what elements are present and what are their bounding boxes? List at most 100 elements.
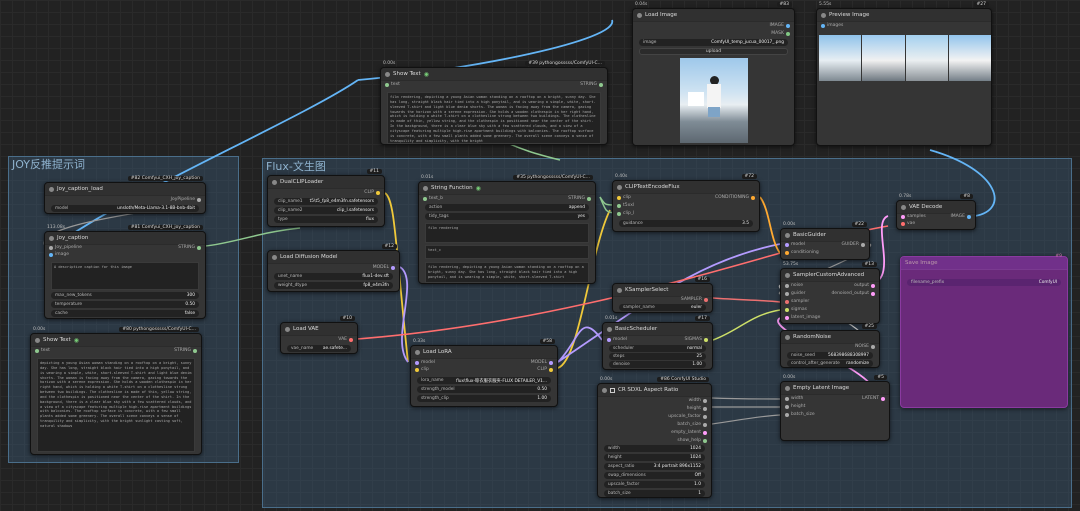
input-clip[interactable]: clip	[415, 367, 429, 372]
node-preview-image[interactable]: 5.55s #27 Preview Image images	[816, 2, 992, 146]
collapse-dot-icon[interactable]	[285, 326, 290, 332]
output-joypipeline[interactable]: JoyPipeline	[171, 197, 201, 202]
node-cr-sdxl-aspect-ratio[interactable]: 0.00s #86 ComfyUI Studio CR SDXL Aspect …	[597, 377, 712, 498]
collapse-dot-icon[interactable]	[785, 232, 790, 238]
input-sigmas[interactable]: sigmas	[785, 307, 807, 312]
weight-dtype-select[interactable]: weight_dtype fp8_e4m3fn	[274, 282, 393, 289]
scheduler-select[interactable]: scheduler normal	[609, 345, 706, 352]
max-new-tokens-widget[interactable]: max_new_tokens 300	[51, 292, 199, 299]
collapse-dot-icon[interactable]	[272, 254, 277, 260]
temperature-widget[interactable]: temperature 0.50	[51, 301, 199, 308]
output-image[interactable]: IMAGE	[769, 23, 790, 28]
node-load-vae[interactable]: #10 Load VAE VAE vae_name ae.safete...	[280, 316, 358, 354]
collapse-dot-icon[interactable]	[617, 287, 622, 293]
collapse-dot-icon[interactable]	[35, 337, 40, 343]
collapse-dot-icon[interactable]	[901, 204, 906, 210]
collapse-dot-icon[interactable]	[821, 12, 826, 18]
collapse-dot-icon[interactable]	[607, 326, 612, 332]
node-load-diffusion-model[interactable]: #12 Load Diffusion Model MODEL unet_name…	[267, 244, 400, 292]
input-image[interactable]: image	[49, 252, 69, 257]
output-guider[interactable]: GUIDER	[841, 242, 865, 247]
noise-seed-widget[interactable]: noise_seed 568398688308997	[787, 352, 873, 359]
strength-model-widget[interactable]: strength_model 0.50	[417, 386, 551, 393]
node-sampler-custom-advanced[interactable]: 53.75s #13 SamplerCustomAdvanced noise g…	[780, 262, 880, 324]
output-width[interactable]: width	[689, 398, 707, 403]
node-show-text-left[interactable]: 0.00s #80 pythongosssss/ComfyUI-C... Sho…	[30, 327, 202, 455]
shown-text[interactable]: film rendering, depicting a young Asian …	[387, 92, 601, 144]
output-mask[interactable]: MASK	[771, 31, 790, 36]
collapse-dot-icon[interactable]	[272, 179, 277, 185]
vae-name-select[interactable]: vae_name ae.safete...	[287, 345, 351, 352]
width-widget[interactable]: width 1024	[604, 445, 705, 452]
input-conditioning[interactable]: conditioning	[785, 250, 819, 255]
upscale-factor-widget[interactable]: upscale_factor 1.0	[604, 481, 705, 488]
filename-prefix-widget[interactable]: filename_prefix ComfyUI	[907, 279, 1061, 286]
collapse-dot-icon[interactable]	[785, 385, 790, 391]
output-batch-size[interactable]: batch_size	[677, 422, 707, 427]
cache-toggle[interactable]: cache false	[51, 310, 199, 317]
collapse-dot-icon[interactable]	[637, 12, 642, 18]
steps-widget[interactable]: steps 25	[609, 353, 706, 360]
collapse-dot-icon[interactable]	[617, 184, 622, 190]
unet-name-select[interactable]: unet_name flux1-dev.sft	[274, 273, 393, 280]
output-denoised[interactable]: denoised_output	[831, 291, 875, 296]
type-select[interactable]: type flux	[274, 216, 378, 223]
input-t5xxl[interactable]: t5xxl	[617, 203, 634, 208]
node-joy-caption-load[interactable]: #82 Comfyui_CXH_joy_caption Joy_caption_…	[44, 176, 206, 214]
input-model[interactable]: model	[607, 337, 627, 342]
input-text-b[interactable]: text_b	[423, 196, 443, 201]
node-basic-scheduler[interactable]: 0.01s #17 BasicScheduler model SIGMAS sc…	[602, 316, 713, 370]
input-noise[interactable]: noise	[785, 283, 803, 288]
output-conditioning[interactable]: CONDITIONING	[715, 195, 755, 200]
batch-size-widget[interactable]: batch_size 1	[604, 490, 705, 497]
node-canvas[interactable]: JOY反推提示词 Flux-文生图 0.04s #83 Load Image I…	[0, 0, 1080, 511]
input-width[interactable]: width	[785, 396, 803, 401]
output-show-help[interactable]: show_help	[677, 438, 707, 443]
control-after-generate-select[interactable]: control_after_generate randomize	[787, 360, 873, 367]
node-empty-latent-image[interactable]: 0.00s #5 Empty Latent Image width height…	[780, 375, 890, 441]
prompt-textarea[interactable]: A descriptive caption for this image	[51, 262, 199, 290]
node-vae-decode[interactable]: 0.78s #8 VAE Decode samples vae IMAGE	[896, 194, 976, 230]
tidy-tags-select[interactable]: tidy_tags yes	[425, 213, 589, 220]
guidance-widget[interactable]: guidance 3.5	[619, 220, 753, 227]
node-dual-clip-loader[interactable]: #11 DualCLIPLoader CLIP clip_name1 t5\t5_…	[267, 169, 385, 227]
input-clip[interactable]: clip	[617, 195, 631, 200]
shown-text[interactable]: depicting a young Asian woman standing o…	[37, 358, 195, 452]
clip-name2-select[interactable]: clip_name2 clip_l.safetensors	[274, 207, 378, 214]
output-model[interactable]: MODEL	[373, 265, 395, 270]
node-basic-guider[interactable]: 0.00s #22 BasicGuider model conditioning…	[780, 222, 870, 260]
input-vae[interactable]: vae	[901, 221, 915, 226]
text-a-textarea[interactable]: film rendering	[425, 223, 589, 243]
input-samples[interactable]: samples	[901, 214, 926, 219]
output-sigmas[interactable]: SIGMAS	[685, 337, 708, 342]
output-noise[interactable]: NOISE	[855, 344, 875, 349]
output-vae[interactable]: VAE	[338, 337, 353, 342]
node-joy-caption[interactable]: 113.08s #81 Comfyui_CXH_joy_caption Joy_…	[44, 225, 206, 319]
text-c-textarea[interactable]: text_c	[425, 245, 589, 259]
node-ksampler-select[interactable]: #16 KSamplerSelect SAMPLER sampler_name e…	[612, 277, 713, 313]
clip-name1-select[interactable]: clip_name1 t5\t5_fp8_e4m3fn.safetensors	[274, 198, 378, 205]
collapse-dot-icon[interactable]	[423, 185, 428, 191]
swap-dimensions-select[interactable]: swap_dimensions Off	[604, 472, 705, 479]
aspect-ratio-select[interactable]: aspect_ratio 3:4 portrait 896x1152	[604, 463, 705, 470]
input-latent-image[interactable]: latent_image	[785, 315, 820, 320]
output-height[interactable]: height	[687, 406, 707, 411]
output-latent[interactable]: LATENT	[862, 396, 885, 401]
input-sampler[interactable]: sampler	[785, 299, 809, 304]
output-upscale-factor[interactable]: upscale_factor	[668, 414, 707, 419]
collapse-dot-icon[interactable]	[385, 71, 390, 77]
node-show-text-top[interactable]: 0.00s #39 pythongosssss/ComfyUI-C... Sho…	[380, 61, 608, 145]
collapse-dot-icon[interactable]	[49, 186, 54, 192]
node-string-function[interactable]: 0.01s #35 pythongosssss/ComfyUI-C... Str…	[418, 175, 596, 284]
output-string[interactable]: STRING	[174, 348, 197, 353]
denoise-widget[interactable]: denoise 1.00	[609, 361, 706, 368]
input-batch-size[interactable]: batch_size	[785, 412, 815, 417]
result-textarea[interactable]: film rendering, depicting a young Asian …	[425, 262, 589, 283]
model-select[interactable]: model unsloth/Meta-Llama-3.1-8B-bnb-4bit	[51, 205, 199, 212]
collapse-dot-icon[interactable]	[415, 349, 420, 355]
collapse-dot-icon[interactable]	[785, 272, 790, 278]
output-string[interactable]: STRING	[178, 245, 201, 250]
collapse-dot-icon[interactable]	[602, 387, 607, 393]
output-clip[interactable]: CLIP	[364, 190, 380, 195]
output-string[interactable]: STRING	[568, 196, 591, 201]
